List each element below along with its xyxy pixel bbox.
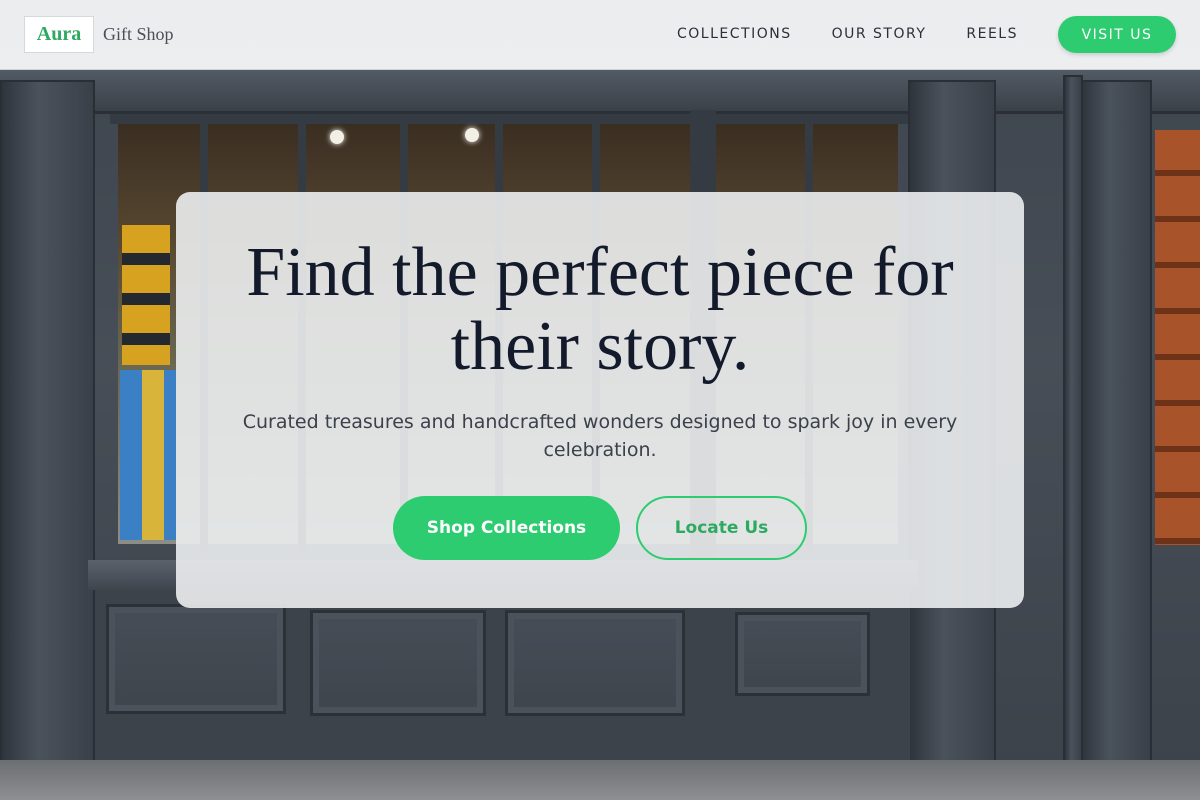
brand-logo[interactable]: Aura Gift Shop [24,16,174,53]
hero-subtitle: Curated treasures and handcrafted wonder… [242,411,958,461]
visit-us-button[interactable]: VISIT US [1058,16,1176,53]
nav-link-collections[interactable]: COLLECTIONS [677,16,792,53]
hero-card: Find the perfect piece for their story. … [176,192,1024,608]
shop-collections-button[interactable]: Shop Collections [393,496,620,560]
hero-actions: Shop Collections Locate Us [176,496,1024,560]
nav-link-our-story[interactable]: OUR STORY [832,16,927,53]
nav-link-reels[interactable]: REELS [966,16,1018,53]
brand-name: Aura [24,16,94,53]
hero-title: Find the perfect piece for their story. [246,234,954,385]
locate-us-button[interactable]: Locate Us [636,496,807,560]
brand-subtitle: Gift Shop [103,24,174,44]
site-header: Aura Gift Shop COLLECTIONS OUR STORY REE… [0,0,1200,70]
main-nav: COLLECTIONS OUR STORY REELS VISIT US [677,16,1176,53]
